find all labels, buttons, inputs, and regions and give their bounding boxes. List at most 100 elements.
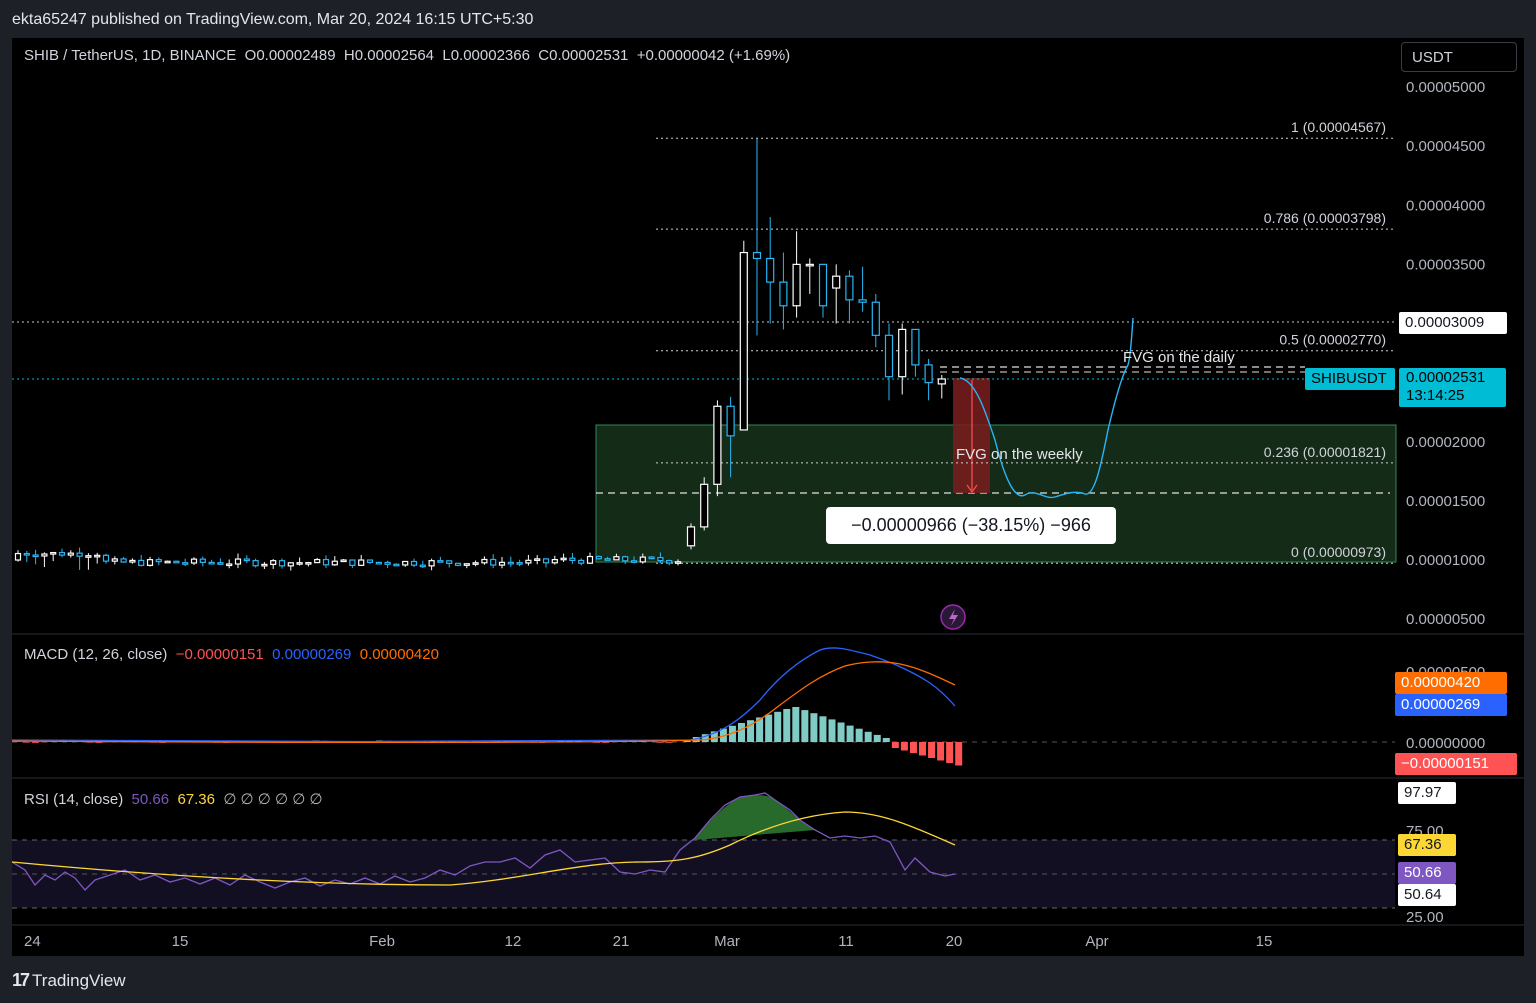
fvg-weekly-label: FVG on the weekly [956,446,1083,463]
candle-body [752,251,762,260]
candle-body [884,334,894,378]
price-tick-label: 0.00003500 [1406,256,1485,273]
crosshair-price-badge: 0.00003009 [1399,312,1507,334]
ohlc-legend: SHIB / TetherUS, 1D, BINANCE O0.00002489… [24,47,790,64]
candle-body [32,554,39,558]
candle-body [155,559,162,563]
time-tick-label: Feb [369,933,395,950]
fib-level-label: 0.236 (0.00001821) [1264,444,1386,460]
candle-body [534,558,541,561]
fib-level-label: 0 (0.00000973) [1291,544,1386,560]
currency-button[interactable]: USDT [1401,42,1517,72]
time-tick-label: Mar [714,933,740,950]
candle-body [516,562,523,565]
candle-body [146,559,154,566]
candle-body [278,560,286,567]
candle-body [937,378,946,385]
candle-body [792,263,801,307]
macd-value: 0.00000269 [272,646,352,663]
candle-body [199,558,206,563]
time-tick-label: 15 [172,933,189,950]
macd-hist-bar [946,742,954,763]
candle-body [402,560,409,566]
candle-body [898,328,907,378]
last-price-value: 0.00002531 [1406,369,1486,386]
candle-body [551,559,558,564]
candle-body [858,299,867,303]
time-tick-label: 24 [24,933,41,950]
open-label: O [244,47,257,64]
macd-hist-bar [837,722,845,742]
candle-body [102,554,110,562]
macd-hist-bar [819,716,827,742]
macd-hist-bar [919,742,926,756]
macd-hist-value: −0.00000151 [175,646,264,663]
candle-body [595,555,602,560]
price-tick-label: 0.00005000 [1406,79,1485,96]
candle-body [208,561,215,565]
last-price-badge: 0.00002531 13:14:25 [1399,368,1506,407]
candle-body [252,560,259,567]
candle-body [234,558,242,565]
candle-body [586,555,594,564]
candle-body [358,559,365,566]
candle-body [924,364,933,384]
candle-body [639,556,646,563]
candle-body [700,483,709,528]
price-tick-label: 0.00000500 [1406,611,1485,628]
tradingview-logo[interactable]: 17 TradingView [12,970,126,991]
candle-body [463,563,470,566]
rsi-legend: RSI (14, close) 50.66 67.36 ∅ ∅ ∅ ∅ ∅ ∅ [24,790,323,808]
candle-body [58,551,66,556]
candle-body [243,558,250,562]
candle-body [560,557,567,561]
candle-body [111,558,118,562]
fib-level-label: 0.5 (0.00002770) [1279,332,1386,348]
candle-body [226,563,233,567]
candle-body [481,558,488,564]
candle-body [766,257,775,283]
candle-body [437,560,444,563]
candle-body [322,558,330,566]
macd-line-badge: 0.00000269 [1395,694,1507,716]
macd-title: MACD (12, 26, close) [24,646,168,663]
macd-hist-bar [928,742,936,758]
candle-body [173,560,180,564]
macd-hist-bar [656,742,664,743]
candle-body [739,251,748,431]
time-axis: 24 15 Feb 12 21 Mar 11 20 Apr 15 [24,933,1272,950]
candle-body [569,557,576,561]
candle-body [349,559,356,566]
macd-hist-bar [783,709,791,742]
candle-body [94,554,101,558]
candle-body [23,552,30,556]
change-value: +0.00000042 (+1.69%) [636,47,791,64]
candle-body [613,556,620,561]
candle-body [845,275,854,301]
candle-body [428,560,435,567]
candle-body [76,552,83,557]
candle-body [525,559,532,564]
macd-legend: MACD (12, 26, close) −0.00000151 0.00000… [24,646,439,663]
candle-body [622,556,629,562]
macd-hist-bar [955,742,963,766]
macd-hist-bar [873,734,881,742]
open-value: 0.00002489 [256,47,336,64]
rsi-badge-5064: 50.64 [1398,884,1456,906]
rsi-title: RSI (14, close) [24,791,124,808]
rsi-tick-25: 25.00 [1406,909,1444,926]
macd-hist-bar [774,711,782,742]
macd-hist-bar [738,723,745,742]
candle-body [50,551,57,555]
candle-body [779,281,788,307]
candle-body [164,560,171,564]
macd-hist-bar [32,742,40,743]
candle-body [182,562,189,565]
time-tick-label: 20 [946,933,963,950]
rsi-value-badge: 50.66 [1398,862,1456,884]
candle-body [14,552,22,561]
candle-body [261,563,268,567]
candle-body [384,561,391,565]
time-tick-label: 15 [1256,933,1273,950]
macd-hist-bar [846,725,854,742]
